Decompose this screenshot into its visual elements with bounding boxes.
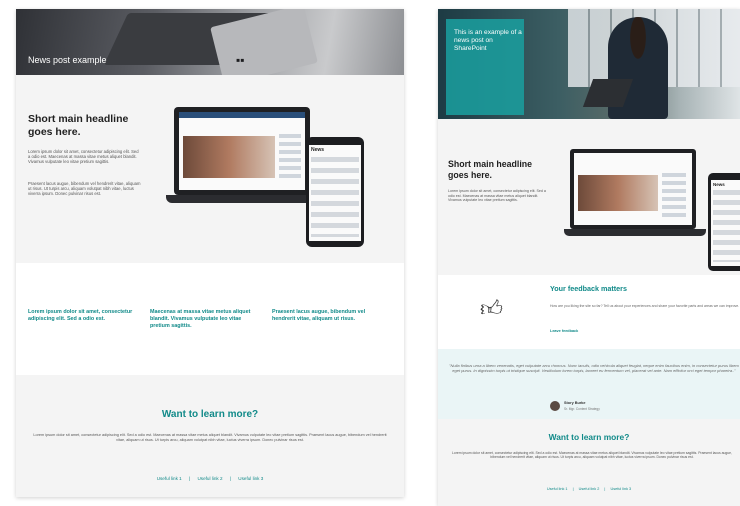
news-image	[183, 136, 275, 178]
learn-more-section: Want to learn more? Lorem ipsum dolor si…	[16, 375, 404, 497]
quote-text: "Nulla finibus urna a libero venenatis, …	[449, 363, 739, 374]
feedback-section: 👍︎ Your feedback matters How are you lik…	[438, 275, 740, 349]
sharepoint-news-post-card: This is an example of a news post on Sha…	[438, 9, 740, 506]
link-column-1[interactable]: Lorem ipsum dolor sit amet, consectetur …	[28, 309, 140, 323]
separator: |	[229, 476, 231, 481]
learn-more-body: Lorem ipsum dolor sit amet, consectetur …	[33, 433, 387, 442]
phone-mockup: News	[708, 173, 740, 271]
intro-section: Short main headline goes here. Lorem ips…	[16, 75, 404, 263]
hero-caption: News post example	[28, 55, 107, 65]
useful-links: Useful link 1 | Useful link 2 | Useful l…	[438, 487, 740, 491]
hero-banner: ▪▪ News post example	[16, 9, 404, 86]
laptop-base	[564, 229, 706, 236]
laptop-mockup	[570, 149, 696, 229]
separator: |	[189, 476, 191, 481]
useful-link-3[interactable]: Useful link 3	[238, 476, 263, 481]
quote-role: Sr. Mgr. Content Strategy	[564, 407, 600, 411]
news-image	[578, 175, 658, 211]
learn-more-title: Want to learn more?	[548, 432, 630, 442]
link-column-2[interactable]: Maecenas at massa vitae metus aliquet bl…	[150, 309, 262, 330]
headline: Short main headline goes here.	[28, 113, 129, 138]
phone-header: News	[311, 147, 325, 153]
thumbs-up-icon: 👍︎	[480, 296, 503, 321]
separator: |	[572, 487, 574, 491]
useful-links: Useful link 1 | Useful link 2 | Useful l…	[16, 476, 404, 481]
laptop-mockup	[174, 107, 310, 195]
learn-more-section: Want to learn more? Lorem ipsum dolor si…	[438, 419, 740, 506]
body-paragraph: Praesent lacus augue, bibendum vel hendr…	[28, 181, 141, 197]
quote-section: "Nulla finibus urna a libero venenatis, …	[438, 349, 740, 419]
hero-caption: This is an example of a news post on Sha…	[454, 29, 522, 52]
useful-link-1[interactable]: Useful link 1	[157, 476, 182, 481]
body-paragraph: Lorem ipsum dolor sit amet, consectetur …	[448, 189, 546, 203]
headline: Short main headline goes here.	[448, 159, 533, 180]
feedback-title: Your feedback matters	[550, 284, 627, 293]
phone-mockup: News	[306, 137, 364, 247]
quote-author: Story Burke	[564, 401, 586, 405]
intro-section: Short main headline goes here. Lorem ips…	[438, 119, 740, 275]
leave-feedback-link[interactable]: Leave feedback	[550, 329, 578, 333]
useful-link-2[interactable]: Useful link 2	[197, 476, 222, 481]
phone-header: News	[713, 182, 725, 187]
windows-logo-icon: ▪▪	[236, 53, 245, 67]
laptop-base	[166, 195, 326, 203]
useful-link-3[interactable]: Useful link 3	[610, 487, 631, 491]
separator: |	[604, 487, 606, 491]
link-columns: Lorem ipsum dolor sit amet, consectetur …	[16, 263, 404, 375]
feedback-body: How are you liking the site so far? Tell…	[550, 304, 740, 308]
news-post-example-card: ▪▪ News post example Short main headline…	[16, 9, 404, 497]
useful-link-2[interactable]: Useful link 2	[579, 487, 600, 491]
learn-more-title: Want to learn more?	[161, 409, 259, 420]
learn-more-body: Lorem ipsum dolor sit amet, consectetur …	[451, 451, 732, 460]
hero-banner: This is an example of a news post on Sha…	[438, 9, 740, 119]
link-column-3[interactable]: Praesent lacus augue, bibendum vel hendr…	[272, 309, 384, 323]
body-paragraph: Lorem ipsum dolor sit amet, consectetur …	[28, 149, 139, 165]
useful-link-1[interactable]: Useful link 1	[547, 487, 568, 491]
avatar	[550, 401, 560, 411]
